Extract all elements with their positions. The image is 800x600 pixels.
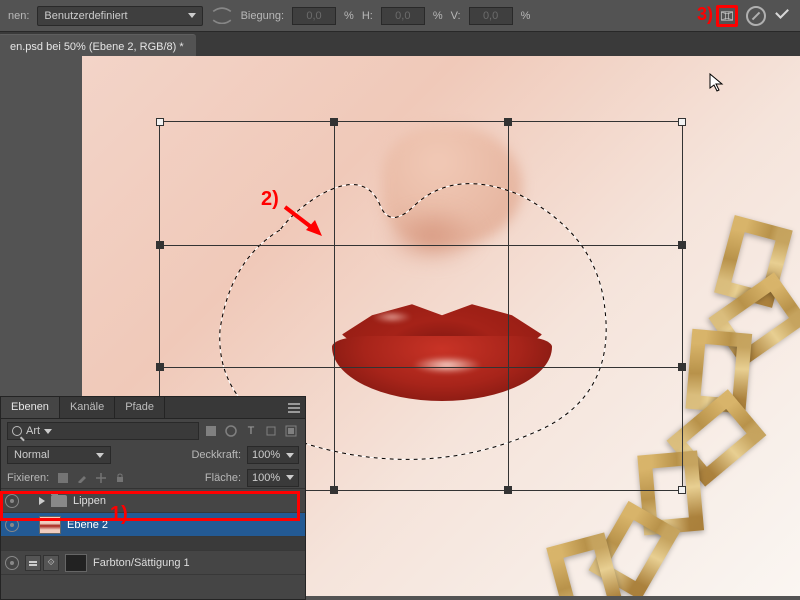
chevron-down-icon bbox=[96, 453, 104, 458]
v-field[interactable]: 0,0 bbox=[469, 7, 513, 25]
chevron-down-icon bbox=[286, 453, 294, 458]
visibility-icon[interactable] bbox=[5, 518, 19, 532]
warp-preset-label: nen: bbox=[8, 10, 29, 22]
layers-panel: Ebenen Kanäle Pfade Art T Normal Deckkra… bbox=[0, 396, 306, 600]
layer-row-folder[interactable]: Lippen bbox=[1, 489, 305, 513]
panel-menu-icon[interactable] bbox=[283, 397, 305, 418]
cancel-icon[interactable] bbox=[746, 6, 766, 26]
tab-paths[interactable]: Pfade bbox=[115, 397, 165, 418]
pct-label-3: % bbox=[521, 10, 531, 22]
layer-row-selected[interactable]: Ebene 2 bbox=[1, 513, 305, 537]
filter-smart-icon[interactable] bbox=[283, 423, 299, 439]
annotation-1: 1) bbox=[110, 503, 128, 526]
chevron-down-icon bbox=[188, 13, 196, 18]
layer-name: Lippen bbox=[73, 495, 106, 507]
fill-field[interactable]: 100% bbox=[247, 469, 299, 487]
layers-list: Lippen Ebene 2 ⟐ Farbton/Sättigung 1 bbox=[1, 489, 305, 599]
search-icon bbox=[12, 426, 22, 436]
document-title: en.psd bei 50% (Ebene 2, RGB/8) * bbox=[10, 41, 184, 53]
link-icon: ⟐ bbox=[43, 555, 59, 571]
opacity-field[interactable]: 100% bbox=[247, 446, 299, 464]
document-tab[interactable]: en.psd bei 50% (Ebene 2, RGB/8) * bbox=[0, 34, 196, 58]
filter-shape-icon[interactable] bbox=[263, 423, 279, 439]
layer-row-adjustment[interactable]: ⟐ Farbton/Sättigung 1 bbox=[1, 551, 305, 575]
orientation-icon[interactable] bbox=[211, 5, 233, 27]
tab-channels[interactable]: Kanäle bbox=[60, 397, 115, 418]
h-field[interactable]: 0,0 bbox=[381, 7, 425, 25]
bend-field[interactable]: 0,0 bbox=[292, 7, 336, 25]
filter-type-dropdown[interactable]: Art bbox=[7, 422, 199, 440]
visibility-icon[interactable] bbox=[5, 556, 19, 570]
chevron-down-icon bbox=[44, 429, 52, 434]
layer-name: Ebene 2 bbox=[67, 519, 108, 531]
bend-label: Biegung: bbox=[241, 10, 284, 22]
v-label: V: bbox=[451, 10, 461, 22]
layer-name: Farbton/Sättigung 1 bbox=[93, 557, 190, 569]
adjustment-icon bbox=[25, 555, 41, 571]
fill-value: 100% bbox=[252, 472, 280, 484]
warp-toggle-button[interactable] bbox=[716, 5, 738, 27]
blend-mode-value: Normal bbox=[14, 449, 49, 461]
lock-label: Fixieren: bbox=[7, 472, 49, 484]
warp-preset-dropdown[interactable]: Benutzerdefiniert bbox=[37, 6, 202, 26]
tab-layers[interactable]: Ebenen bbox=[1, 397, 60, 418]
pct-label-2: % bbox=[433, 10, 443, 22]
opacity-value: 100% bbox=[252, 449, 280, 461]
h-label: H: bbox=[362, 10, 373, 22]
mask-thumb bbox=[65, 554, 87, 572]
filter-type-value: Art bbox=[26, 425, 40, 437]
folder-icon bbox=[51, 495, 67, 507]
annotation-2: 2) bbox=[261, 188, 279, 211]
lock-all-icon[interactable] bbox=[112, 470, 128, 486]
document-tab-strip: en.psd bei 50% (Ebene 2, RGB/8) * bbox=[0, 32, 800, 58]
lock-position-icon[interactable] bbox=[93, 470, 109, 486]
annotation-arrow bbox=[280, 202, 330, 245]
options-bar: nen: Benutzerdefiniert Biegung: 0,0 % H:… bbox=[0, 0, 800, 32]
filter-adjust-icon[interactable] bbox=[223, 423, 239, 439]
disclosure-icon[interactable] bbox=[39, 497, 45, 505]
visibility-icon[interactable] bbox=[5, 494, 19, 508]
filter-type-icon[interactable]: T bbox=[243, 423, 259, 439]
filter-pixel-icon[interactable] bbox=[203, 423, 219, 439]
layer-thumb bbox=[39, 516, 61, 534]
chevron-down-icon bbox=[286, 475, 294, 480]
pct-label: % bbox=[344, 10, 354, 22]
lock-brush-icon[interactable] bbox=[74, 470, 90, 486]
opacity-label: Deckkraft: bbox=[191, 449, 241, 461]
fill-label: Fläche: bbox=[205, 472, 241, 484]
annotation-3: 3) bbox=[697, 4, 713, 25]
panel-tabs: Ebenen Kanäle Pfade bbox=[1, 397, 305, 419]
cursor-icon bbox=[709, 73, 725, 93]
blend-mode-dropdown[interactable]: Normal bbox=[7, 446, 111, 464]
warp-preset-value: Benutzerdefiniert bbox=[44, 10, 127, 22]
commit-icon[interactable] bbox=[774, 9, 792, 23]
lock-pixels-icon[interactable] bbox=[55, 470, 71, 486]
